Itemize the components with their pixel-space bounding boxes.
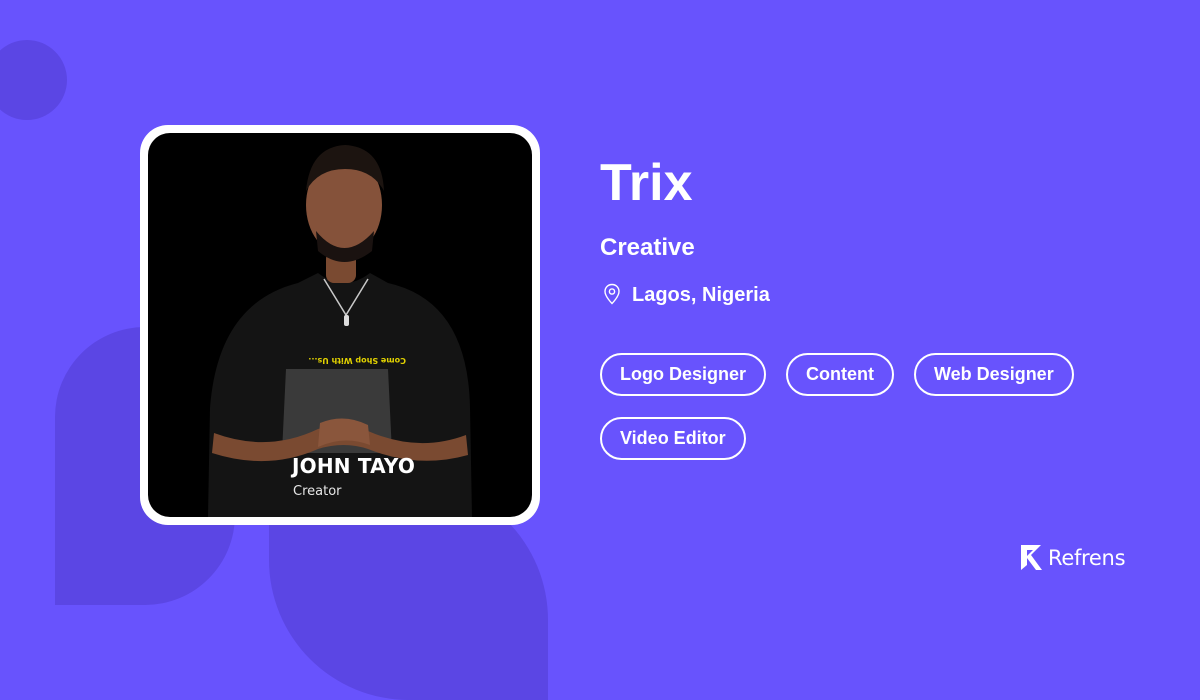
skill-tag-web-designer[interactable]: Web Designer (914, 353, 1074, 396)
refrens-logo-icon (1021, 545, 1042, 570)
skill-tag-video-editor[interactable]: Video Editor (600, 417, 746, 460)
skill-tag-content[interactable]: Content (786, 353, 894, 396)
photo-overlay-role: Creator (293, 484, 342, 499)
profile-photo: Come Shop With Us... JOHN TAYO Creator (148, 133, 532, 517)
location-pin-icon (604, 283, 620, 304)
profile-photo-card: Come Shop With Us... JOHN TAYO Creator (140, 125, 540, 525)
brand-name: Refrens (1048, 545, 1126, 570)
profile-title: Creative (600, 234, 695, 261)
decorative-circle (0, 40, 67, 120)
location-text: Lagos, Nigeria (632, 284, 770, 306)
profile-name: Trix (600, 154, 693, 212)
skill-tags: Logo Designer Content Web Designer Video… (600, 353, 1120, 460)
shirt-print-text: Come Shop With Us... (308, 356, 406, 365)
brand-logo: Refrens (1019, 544, 1126, 571)
profile-location: Lagos, Nigeria (600, 283, 770, 307)
skill-tag-logo-designer[interactable]: Logo Designer (600, 353, 767, 396)
photo-overlay-name: JOHN TAYO (292, 454, 416, 478)
